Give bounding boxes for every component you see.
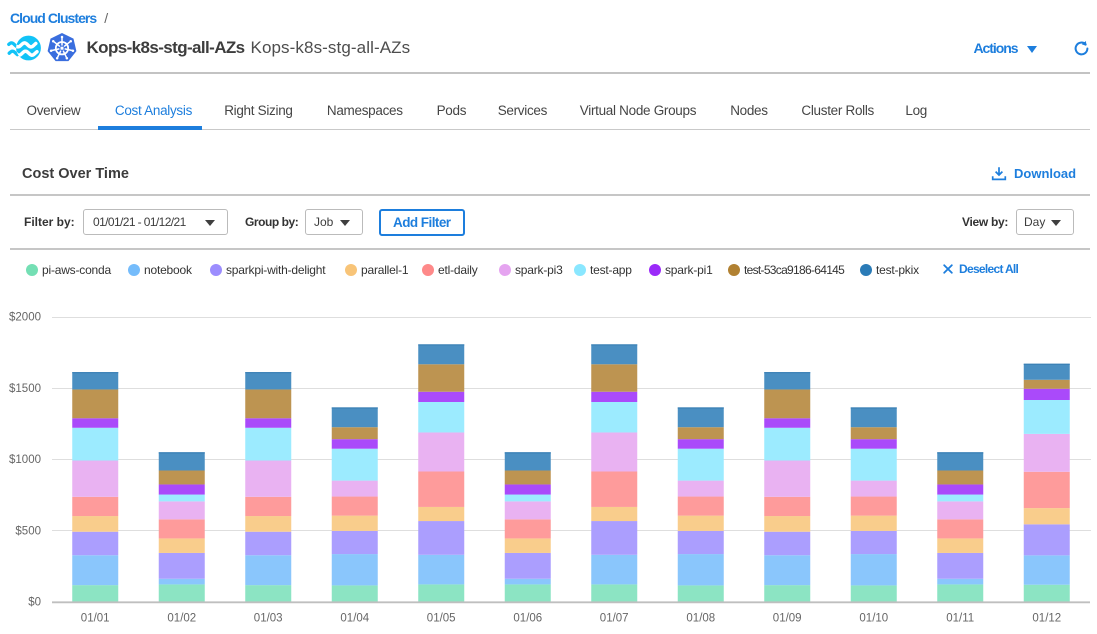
svg-text:01/11: 01/11 [946,613,974,625]
svg-text:01/06: 01/06 [513,613,542,625]
svg-text:$2000: $2000 [9,312,41,324]
svg-text:01/12: 01/12 [1032,613,1061,625]
svg-text:01/05: 01/05 [427,613,456,625]
svg-text:01/07: 01/07 [600,613,629,625]
svg-text:01/08: 01/08 [686,613,715,625]
svg-text:01/02: 01/02 [167,613,196,625]
svg-text:$500: $500 [15,525,41,537]
svg-text:01/09: 01/09 [773,613,802,625]
svg-text:$1500: $1500 [9,383,41,395]
svg-text:01/10: 01/10 [859,613,888,625]
svg-text:01/04: 01/04 [340,613,369,625]
svg-text:$1000: $1000 [9,454,41,466]
svg-text:01/01: 01/01 [81,613,110,625]
svg-text:$0: $0 [28,597,41,609]
svg-text:01/03: 01/03 [254,613,283,625]
